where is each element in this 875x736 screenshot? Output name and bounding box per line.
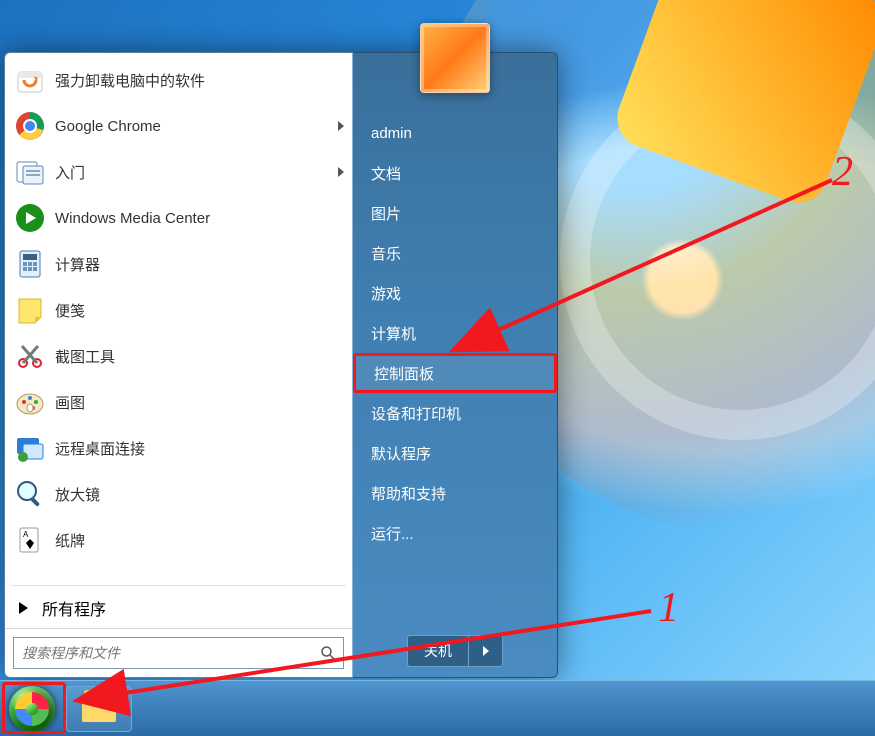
program-label: 入门	[55, 162, 338, 183]
right-pane-item-控制面板[interactable]: 控制面板	[353, 353, 557, 393]
calc-icon	[13, 247, 47, 281]
right-pane-item-音乐[interactable]: 音乐	[353, 233, 557, 273]
right-pane-item-游戏[interactable]: 游戏	[353, 273, 557, 313]
shutdown-label: 关机	[424, 641, 452, 661]
annotation-number-1: 1	[658, 584, 679, 632]
start-menu-right-pane: admin文档图片音乐游戏计算机控制面板设备和打印机默认程序帮助和支持运行...…	[352, 52, 558, 678]
wmc-icon	[13, 201, 47, 235]
program-label: 放大镜	[55, 484, 344, 505]
search-input[interactable]	[14, 645, 313, 661]
right-pane-item-帮助和支持[interactable]: 帮助和支持	[353, 473, 557, 513]
shutdown-button[interactable]: 关机	[407, 635, 469, 667]
right-pane-item-图片[interactable]: 图片	[353, 193, 557, 233]
getstart-icon	[13, 155, 47, 189]
program-item-6[interactable]: 截图工具	[7, 333, 350, 379]
program-item-1[interactable]: Google Chrome	[7, 103, 350, 149]
search-area	[5, 628, 352, 677]
snip-icon	[13, 339, 47, 373]
program-label: 强力卸载电脑中的软件	[55, 70, 344, 91]
program-label: 截图工具	[55, 346, 344, 367]
program-label: 便笺	[55, 300, 344, 321]
program-list: 强力卸载电脑中的软件 Google Chrome 入门 Windows Media C…	[5, 53, 352, 583]
mag-icon	[13, 477, 47, 511]
search-box[interactable]	[13, 637, 344, 669]
program-label: Google Chrome	[55, 118, 338, 135]
program-item-9[interactable]: 放大镜	[7, 471, 350, 517]
chrome-icon	[13, 109, 47, 143]
start-menu-left-pane: 强力卸载电脑中的软件 Google Chrome 入门 Windows Media C…	[4, 52, 352, 678]
right-pane-item-运行...[interactable]: 运行...	[353, 513, 557, 553]
submenu-arrow-icon	[338, 167, 344, 177]
all-programs-label: 所有程序	[42, 596, 106, 620]
right-pane-item-默认程序[interactable]: 默认程序	[353, 433, 557, 473]
folder-icon	[82, 696, 116, 722]
sol-icon: A	[13, 523, 47, 557]
program-label: Windows Media Center	[55, 210, 344, 227]
taskbar	[0, 680, 875, 736]
right-pane-item-计算机[interactable]: 计算机	[353, 313, 557, 353]
program-item-10[interactable]: A 纸牌	[7, 517, 350, 563]
chevron-right-icon	[483, 646, 489, 656]
user-picture[interactable]	[420, 23, 490, 93]
annotation-rect-start	[2, 682, 66, 734]
program-label: 纸牌	[55, 530, 344, 551]
program-label: 计算器	[55, 254, 344, 275]
program-item-8[interactable]: 远程桌面连接	[7, 425, 350, 471]
sticky-icon	[13, 293, 47, 327]
program-label: 远程桌面连接	[55, 438, 344, 459]
program-label: 画图	[55, 392, 344, 413]
rdp-icon	[13, 431, 47, 465]
start-menu: 强力卸载电脑中的软件 Google Chrome 入门 Windows Media C…	[4, 52, 558, 678]
paint-icon	[13, 385, 47, 419]
annotation-number-2: 2	[832, 148, 853, 196]
search-icon	[313, 638, 343, 668]
program-item-4[interactable]: 计算器	[7, 241, 350, 287]
right-pane-item-设备和打印机[interactable]: 设备和打印机	[353, 393, 557, 433]
separator	[11, 585, 346, 586]
triangle-icon	[19, 602, 28, 614]
program-item-2[interactable]: 入门	[7, 149, 350, 195]
program-item-5[interactable]: 便笺	[7, 287, 350, 333]
recycle-icon	[13, 63, 47, 97]
program-item-0[interactable]: 强力卸载电脑中的软件	[7, 57, 350, 103]
right-pane-item-admin[interactable]: admin	[353, 113, 557, 153]
shutdown-row: 关机	[353, 635, 557, 667]
all-programs-button[interactable]: 所有程序	[5, 588, 352, 628]
submenu-arrow-icon	[338, 121, 344, 131]
shutdown-options-button[interactable]	[469, 635, 503, 667]
svg-text:A: A	[23, 530, 29, 539]
program-item-7[interactable]: 画图	[7, 379, 350, 425]
right-pane-item-文档[interactable]: 文档	[353, 153, 557, 193]
program-item-3[interactable]: Windows Media Center	[7, 195, 350, 241]
taskbar-explorer-button[interactable]	[66, 686, 132, 732]
